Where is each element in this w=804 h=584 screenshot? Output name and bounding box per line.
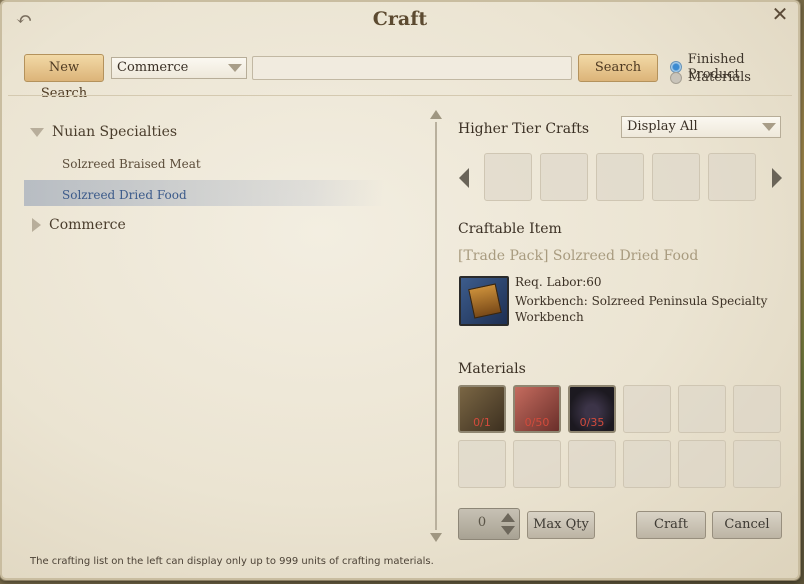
craftable-item-title: Craftable Item [458,221,562,237]
display-filter-select[interactable]: Display All [621,116,781,138]
material-slot[interactable] [678,385,726,433]
higher-tier-slot[interactable] [540,153,588,201]
search-input[interactable] [252,56,572,80]
expand-right-icon [32,218,41,232]
trade-pack-icon[interactable] [459,276,509,326]
higher-tier-slot[interactable] [484,153,532,201]
expand-down-icon [30,127,44,137]
material-slot[interactable] [513,440,561,488]
flour-sack-icon[interactable]: 0/1 [458,385,506,433]
material-slot[interactable] [458,440,506,488]
craft-window: ↶ Craft ✕ New Search Commerce Search Fin… [0,0,800,580]
prev-arrow-icon[interactable] [459,168,469,188]
workbench-text-cont: Workbench [515,310,584,324]
scroll-up-icon[interactable] [430,110,442,119]
scroll-down-icon[interactable] [430,533,442,542]
chevron-down-icon [228,64,242,72]
higher-tier-slot[interactable] [652,153,700,201]
close-icon[interactable]: ✕ [770,4,790,24]
required-labor: Req. Labor:60 [515,275,602,289]
chevron-down-icon [762,123,776,131]
material-slot[interactable] [733,440,781,488]
footer-note: The crafting list on the left can displa… [30,556,434,567]
higher-tier-slot[interactable] [708,153,756,201]
materials-title: Materials [458,361,526,377]
meat-icon[interactable]: 0/50 [513,385,561,433]
workbench-text: Workbench: Solzreed Peninsula Specialty [515,294,768,308]
radio-materials-label: Materials [688,70,751,85]
scroll-track[interactable] [435,122,437,530]
header-divider [8,95,792,96]
material-count: 0/1 [473,416,491,429]
material-count: 0/50 [524,416,550,429]
craftable-item-name: [Trade Pack] Solzreed Dried Food [458,248,699,264]
decrement-icon[interactable] [501,526,515,535]
display-filter-value: Display All [627,119,698,134]
material-slot[interactable] [733,385,781,433]
tree-item-braised-meat[interactable]: Solzreed Braised Meat [62,157,201,171]
quantity-value: 0 [477,515,487,530]
tree-group-commerce[interactable]: Commerce [32,217,126,233]
window-title: Craft [372,8,428,30]
tree-scrollbar[interactable] [430,110,442,542]
tree-group-nuian-specialties[interactable]: Nuian Specialties [30,124,177,140]
increment-icon[interactable] [501,513,515,522]
material-slot[interactable] [568,440,616,488]
search-button[interactable]: Search [578,54,658,82]
next-arrow-icon[interactable] [772,168,782,188]
max-qty-button[interactable]: Max Qty [527,511,595,539]
material-slot[interactable] [678,440,726,488]
material-slot[interactable] [623,385,671,433]
tree-group-label: Nuian Specialties [52,124,178,140]
tree-item-dried-food[interactable]: Solzreed Dried Food [62,188,187,202]
craft-button[interactable]: Craft [636,511,706,539]
material-slot[interactable] [623,440,671,488]
radio-materials[interactable]: Materials [670,70,751,85]
cancel-button[interactable]: Cancel [712,511,782,539]
category-select[interactable]: Commerce [111,57,247,79]
material-count: 0/35 [579,416,605,429]
new-search-button[interactable]: New Search [24,54,104,101]
tree-group-label: Commerce [49,217,126,233]
grapes-icon[interactable]: 0/35 [568,385,616,433]
quantity-stepper[interactable]: 0 [458,508,520,540]
higher-tier-title: Higher Tier Crafts [458,121,590,137]
higher-tier-slot[interactable] [596,153,644,201]
radio-off-icon [670,71,682,84]
category-select-value: Commerce [117,60,189,75]
